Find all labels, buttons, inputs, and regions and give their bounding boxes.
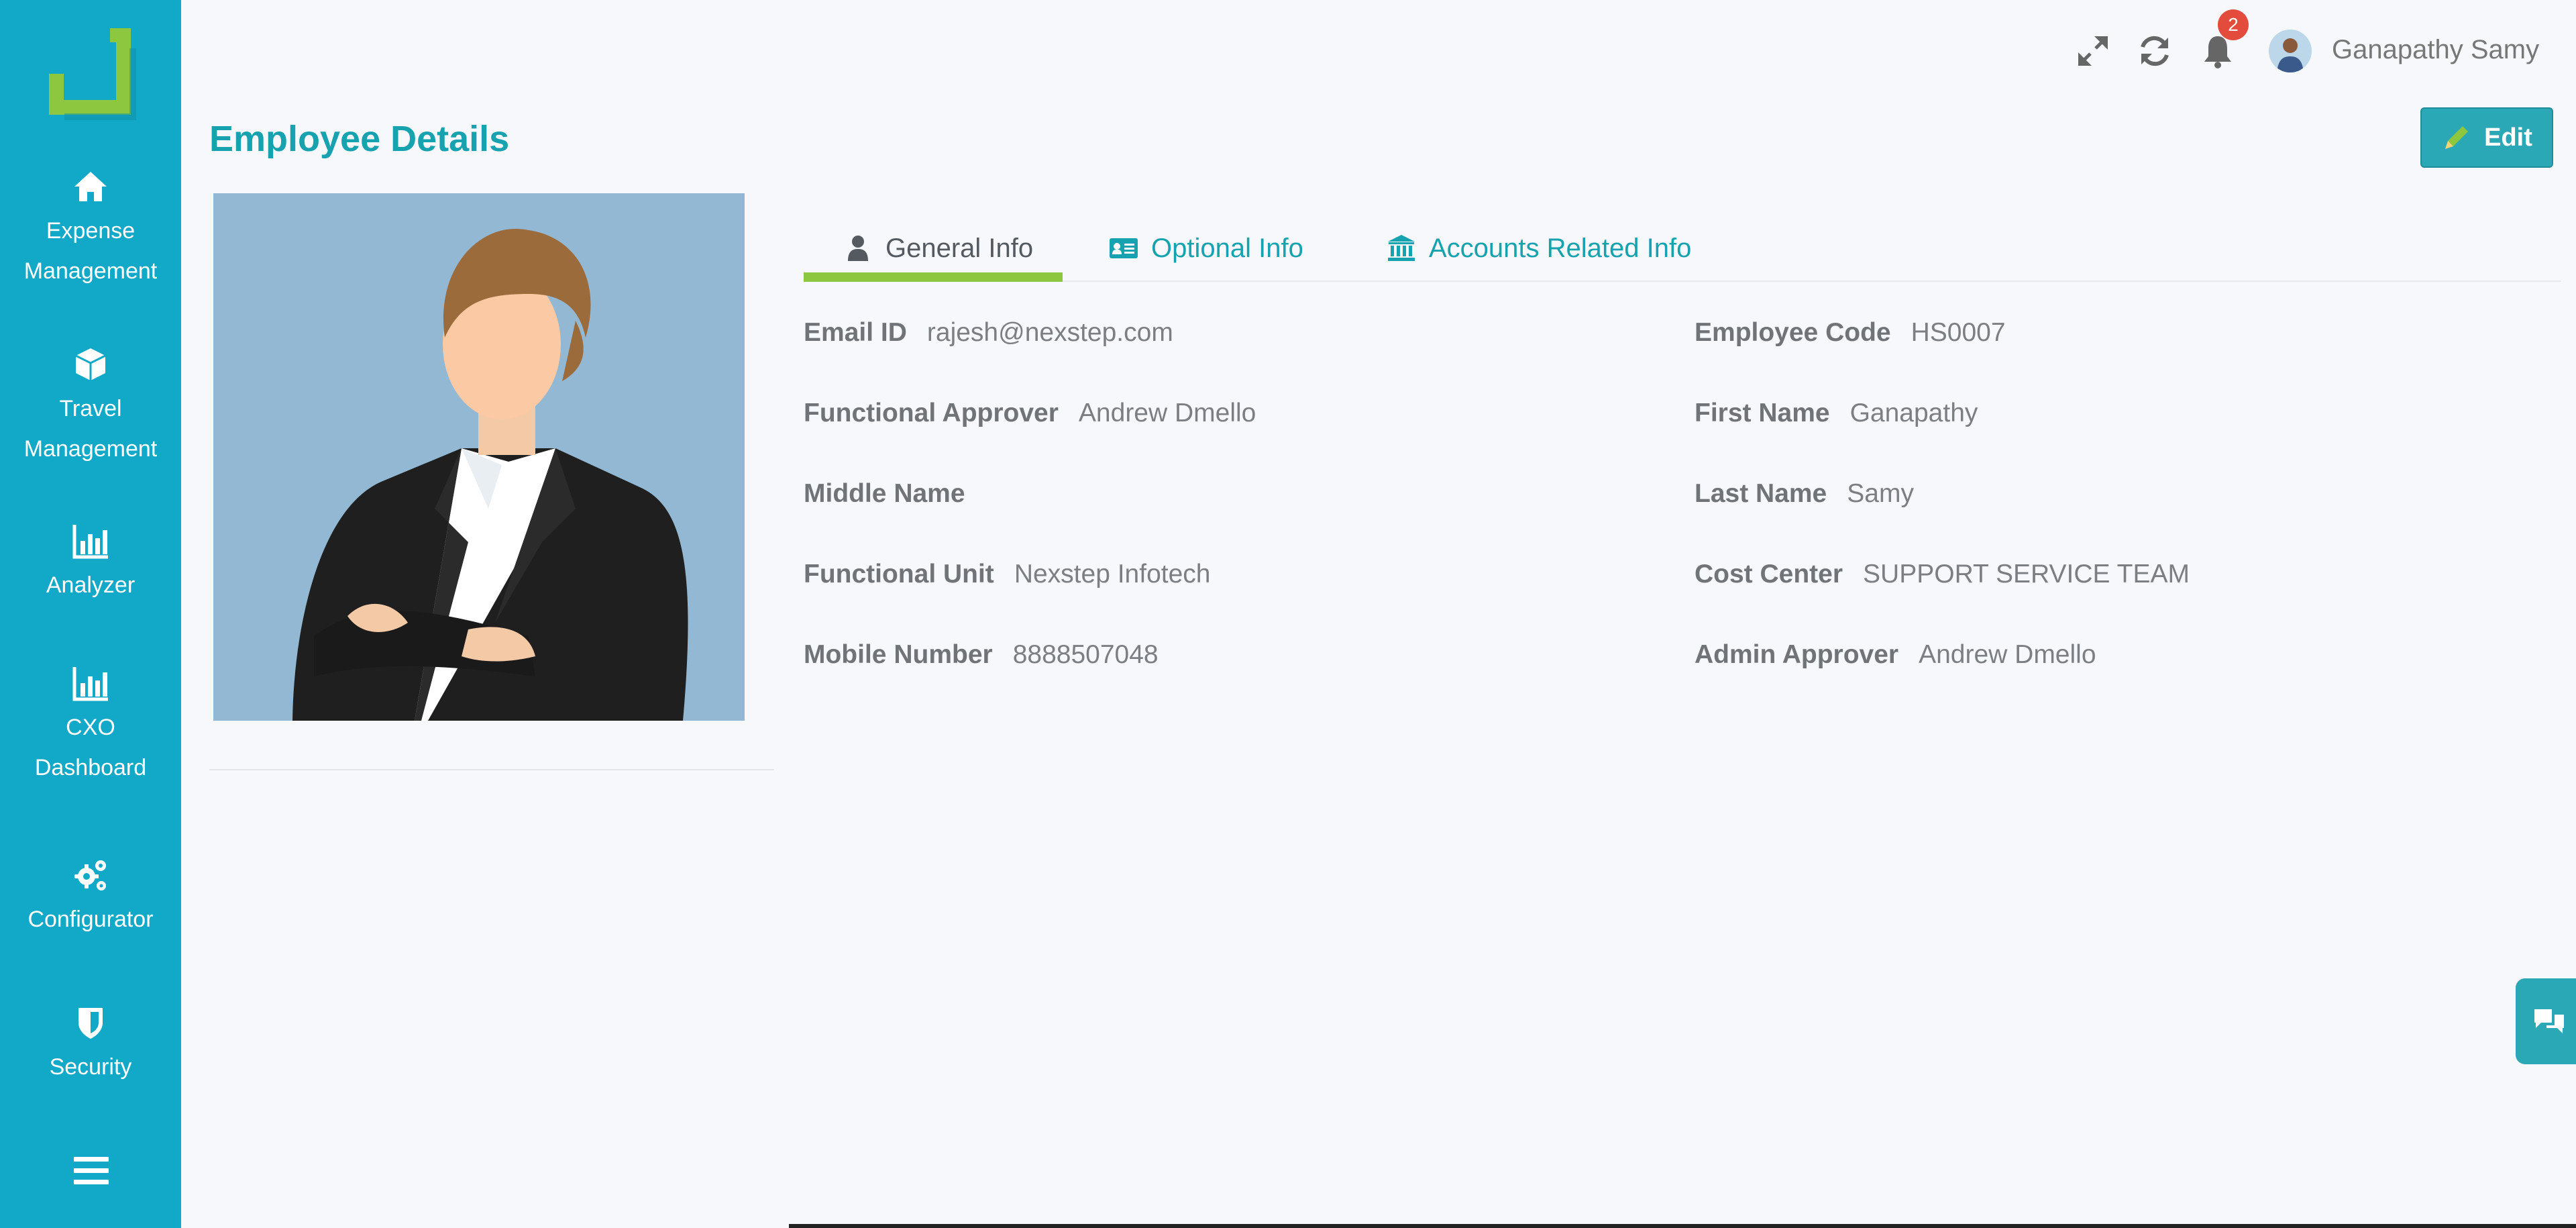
pencil-icon [2445,126,2469,149]
tab-label: Accounts Related Info [1429,233,1692,263]
field-employee-code: Employee Code HS0007 [1695,318,2006,348]
edit-button[interactable]: Edit [2420,107,2553,168]
tabs-divider [804,280,2561,282]
field-value: Ganapathy [1849,399,1978,427]
sidebar-item-label: Management [23,258,158,284]
field-label: Middle Name [804,479,965,508]
field-label: Functional Approver [804,399,1059,427]
field-value: Nexstep Infotech [1014,560,1211,589]
field-label: Functional Unit [804,560,994,589]
field-value: Andrew Dmello [1078,399,1256,427]
field-label: Employee Code [1695,318,1891,347]
avatar[interactable] [2269,30,2312,72]
sidebar-item-label: Configurator [28,907,154,932]
id-card-icon [1110,238,1138,258]
field-first-name: First Name Ganapathy [1695,399,1978,428]
chat-button[interactable] [2516,978,2576,1064]
field-admin-approver: Admin Approver Andrew Dmello [1695,640,2096,670]
field-value: HS0007 [1911,318,2006,347]
field-functional-approver: Functional Approver Andrew Dmello [804,399,1256,428]
sidebar-item-label: Analyzer [46,572,136,598]
sidebar: Expense Management Travel Management Ana… [0,0,181,1228]
chat-icon [2534,1009,2564,1033]
user-icon [848,236,868,261]
tab-label: Optional Info [1151,233,1303,263]
bottom-edge [789,1224,2576,1228]
sidebar-item-label: Expense [46,218,136,244]
sidebar-item-label: Management [23,436,158,462]
sidebar-item-label: Dashboard [34,755,147,780]
sidebar-item-travel-management[interactable]: Travel Management [0,346,181,469]
field-cost-center: Cost Center SUPPORT SERVICE TEAM [1695,560,2190,589]
sidebar-item-label: Security [49,1054,132,1080]
field-label: Mobile Number [804,640,993,669]
sidebar-item-cxo-dashboard[interactable]: CXO Dashboard [0,664,181,788]
field-email-id: Email ID rajesh@nexstep.com [804,318,1173,348]
tab-accounts-related-info[interactable]: Accounts Related Info [1386,215,1691,282]
brand-logo-icon[interactable] [44,28,145,129]
refresh-icon[interactable] [2136,32,2174,70]
field-functional-unit: Functional Unit Nexstep Infotech [804,560,1210,589]
field-label: Last Name [1695,479,1827,508]
user-photo-icon [2269,30,2312,72]
sidebar-item-label: Travel [59,396,122,421]
sidebar-item-label: CXO [66,715,115,740]
tab-general-info[interactable]: General Info [843,215,1033,282]
sidebar-item-expense-management[interactable]: Expense Management [0,168,181,291]
page-title: Employee Details [209,119,510,159]
field-value: rajesh@nexstep.com [926,318,1173,347]
home-icon [74,172,107,201]
notification-badge: 2 [2218,9,2249,40]
field-label: Admin Approver [1695,640,1899,669]
tab-label: General Info [885,233,1034,263]
bar-chart-icon [72,667,108,701]
sidebar-item-security[interactable]: Security [0,1004,181,1087]
person-illustration-icon [213,193,745,721]
sidebar-item-analyzer[interactable]: Analyzer [0,522,181,605]
field-middle-name: Middle Name [804,479,985,509]
field-value: Samy [1847,479,1914,508]
field-value: 8888507048 [1012,640,1159,669]
field-value: Andrew Dmello [1919,640,2096,669]
edit-button-label: Edit [2484,123,2532,152]
cube-icon [75,348,106,380]
field-last-name: Last Name Samy [1695,479,1914,509]
bank-icon [1388,235,1415,261]
sidebar-item-configurator[interactable]: Configurator [0,856,181,939]
user-name[interactable]: Ganapathy Samy [2332,35,2539,65]
tab-optional-info[interactable]: Optional Info [1108,215,1303,282]
field-label: First Name [1695,399,1830,427]
expand-icon[interactable] [2074,32,2112,70]
shield-icon [78,1008,103,1039]
employee-photo [213,193,745,721]
field-label: Email ID [804,318,907,347]
hamburger-icon[interactable] [72,1154,110,1188]
bar-chart-icon [72,525,108,559]
active-tab-indicator [804,272,1063,282]
field-label: Cost Center [1695,560,1843,589]
field-mobile-number: Mobile Number 8888507048 [804,640,1159,670]
gears-icon [74,860,106,890]
field-value: SUPPORT SERVICE TEAM [1863,560,2190,589]
divider [209,769,774,770]
